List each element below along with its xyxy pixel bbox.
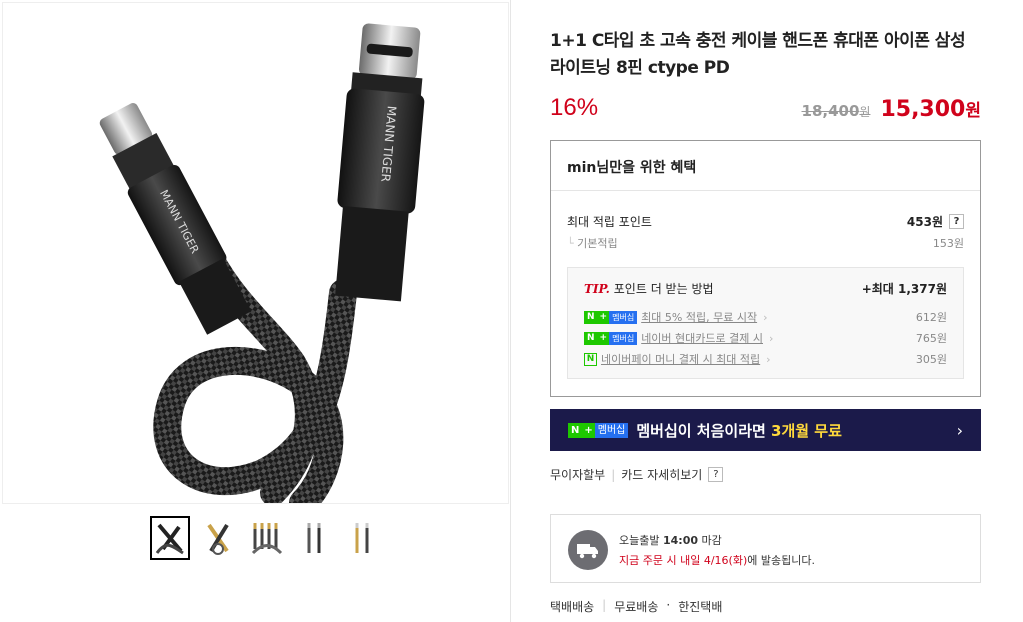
tip-item-membership[interactable]: N + 멤버십 최대 5% 적립, 무료 시작 › 612원 (584, 309, 947, 325)
cable-thumb-icon (155, 523, 184, 555)
basic-points-label: 기본적립 (567, 235, 617, 251)
installment-link[interactable]: 무이자할부 (550, 466, 605, 483)
product-title: 1+1 C타입 초 고속 충전 케이블 핸드폰 휴대폰 아이폰 삼성 라이트닝 … (550, 31, 966, 78)
benefit-heading-text: 님만을 위한 혜택 (596, 160, 697, 176)
max-points-label: 최대 적립 포인트 (567, 215, 652, 229)
max-points-row: 최대 적립 포인트 453원 ? (567, 213, 964, 230)
tip-link[interactable]: 네이버페이 머니 결제 시 최대 적립 (601, 351, 760, 367)
chevron-right-icon: › (769, 331, 774, 345)
tip-box: TIP. 포인트 더 받는 방법 +최대 1,377원 N + 멤버십 최대 5% 적… (567, 267, 964, 379)
sale-price: 15,300원 (880, 97, 981, 122)
help-icon[interactable]: ? (708, 467, 724, 482)
product-gallery: MANN TIGER MANN TIGER (0, 0, 511, 622)
thumbnail-4[interactable] (294, 516, 334, 560)
tip-max: +최대 1,377원 (861, 282, 947, 296)
tip-header: TIP. 포인트 더 받는 방법 +최대 1,377원 (584, 280, 947, 297)
basic-points-value: 153원 (932, 237, 964, 250)
cable-thumb-icon (251, 523, 283, 555)
cable-thumb-icon (207, 523, 229, 555)
tip-value: 765원 (915, 332, 947, 345)
tip-item-pay[interactable]: N 네이버페이 머니 결제 시 최대 적립 › 305원 (584, 351, 947, 367)
benefit-box: min님만을 위한 혜택 최대 적립 포인트 453원 ? 기본적립 153원 … (550, 140, 981, 397)
thumbnail-1[interactable] (150, 516, 190, 560)
naver-membership-badge: N + 멤버십 (584, 331, 638, 345)
max-points-amount: 453원 (906, 215, 943, 229)
tip-link[interactable]: 최대 5% 적립, 무료 시작 (641, 309, 757, 325)
price-row: 18,400원 15,300원 (802, 96, 981, 122)
shipping-deadline: 오늘출발 14:00 마감 (619, 534, 722, 547)
delivery-fee: 무료배송 (614, 600, 659, 614)
tip-label: TIP. (584, 282, 610, 296)
naver-membership-badge: N + 멤버십 (584, 310, 638, 324)
main-product-image[interactable]: MANN TIGER MANN TIGER (2, 2, 509, 504)
tip-value: 305원 (915, 353, 947, 366)
tip-item-card[interactable]: N + 멤버십 네이버 현대카드로 결제 시 › 765원 (584, 330, 947, 346)
naver-pay-icon: N (584, 352, 597, 366)
banner-highlight: 3개월 무료 (771, 421, 842, 440)
chevron-right-icon: › (766, 352, 771, 366)
cable-illustration: MANN TIGER MANN TIGER (99, 23, 425, 503)
card-detail-link[interactable]: 카드 자세히보기 (621, 466, 702, 483)
delivery-carrier: 한진택배 (678, 600, 723, 614)
max-points-value: 453원 ? (907, 213, 964, 230)
help-icon[interactable]: ? (949, 214, 964, 229)
original-price: 18,400원 (801, 102, 871, 120)
cable-thumb-icon (307, 523, 321, 553)
cable-thumb-icon (355, 523, 369, 553)
tip-link[interactable]: 네이버 현대카드로 결제 시 (641, 330, 763, 346)
tip-value: 612원 (915, 311, 947, 324)
card-links: 무이자할부 | 카드 자세히보기 ? (550, 466, 724, 483)
discount-rate: 16% (550, 94, 599, 121)
benefit-heading: min님만을 위한 혜택 (551, 141, 980, 191)
thumbnail-3[interactable] (246, 516, 286, 560)
truck-icon (568, 530, 608, 570)
divider: | (611, 467, 616, 482)
delivery-info: 택배배송 | 무료배송 · 한진택배 (550, 598, 722, 615)
basic-points-row: 기본적립 153원 (567, 235, 964, 251)
thumbnail-5[interactable] (342, 516, 382, 560)
delivery-type: 택배배송 (550, 600, 595, 614)
user-name: min (567, 160, 597, 176)
delivery-dot: · (666, 598, 671, 612)
chevron-right-icon: › (763, 310, 768, 324)
tip-title: 포인트 더 받는 방법 (613, 282, 714, 296)
shipping-box: 오늘출발 14:00 마감 지금 주문 시 내일 4/16(화)에 발송됩니다. (550, 514, 981, 583)
chevron-right-icon: › (956, 420, 963, 440)
divider: | (602, 598, 607, 612)
shipping-date: 지금 주문 시 내일 4/16(화)에 발송됩니다. (619, 554, 815, 567)
thumbnail-2[interactable] (198, 516, 238, 560)
naver-membership-badge: N + 멤버십 (568, 422, 629, 438)
banner-text: 멤버십이 처음이라면 3개월 무료 (636, 421, 842, 440)
membership-banner[interactable]: N + 멤버십 멤버십이 처음이라면 3개월 무료 › (550, 409, 981, 451)
thumbnail-list (150, 516, 382, 560)
